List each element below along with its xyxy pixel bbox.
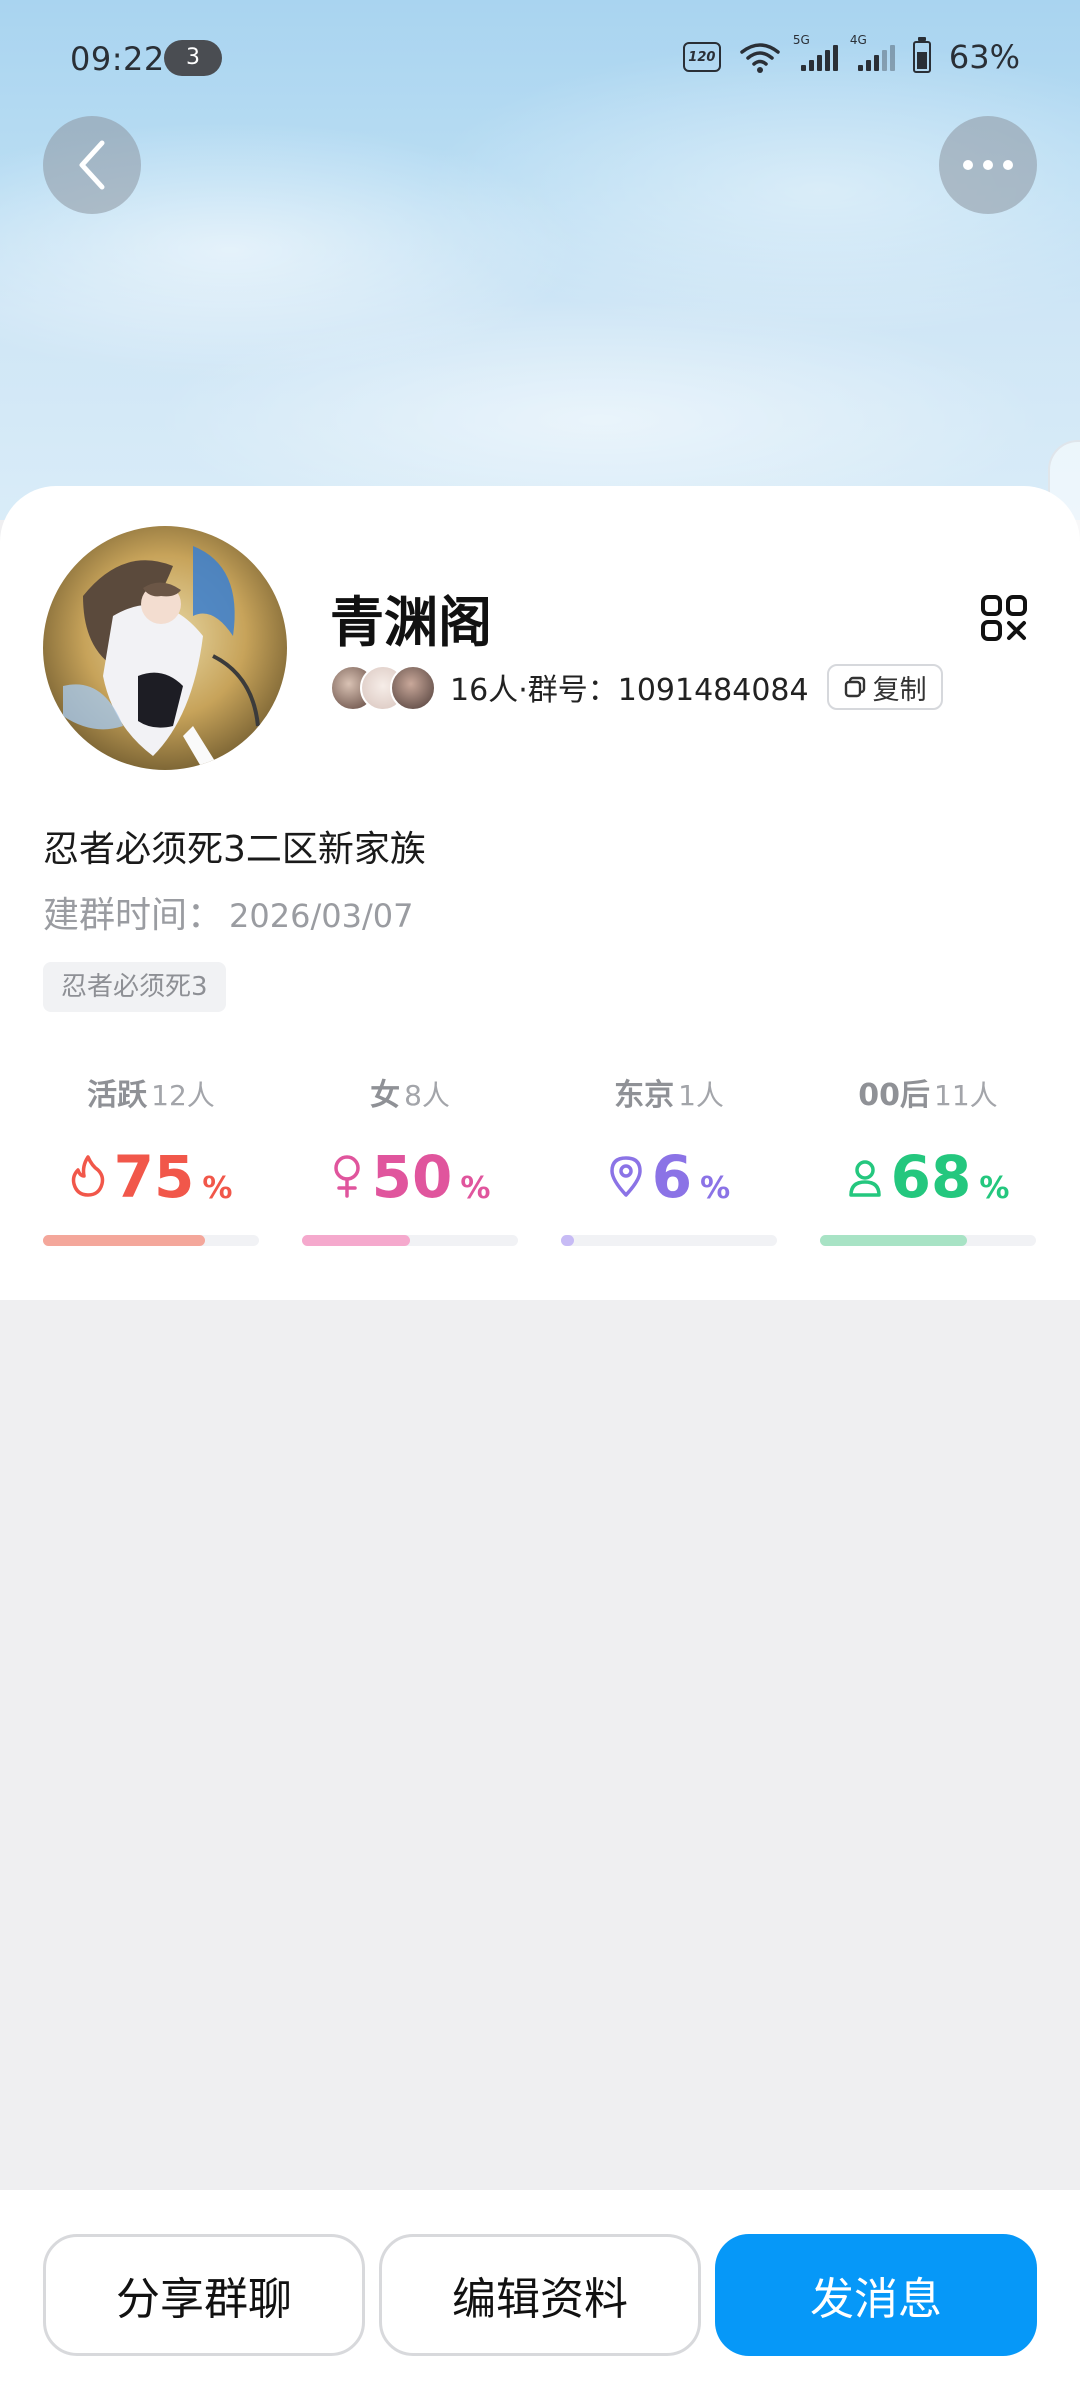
group-description: 忍者必须死3二区新家族 [43,829,426,870]
stat-active-bar [43,1235,259,1246]
stat-female: 女 8人 50% [302,1070,518,1206]
stat-female-bar [302,1235,518,1246]
group-name: 青渊阁 [330,591,492,654]
back-button[interactable] [43,116,141,214]
group-id: 1091484084 [617,673,809,708]
female-icon [333,1155,360,1198]
more-button[interactable] [939,116,1037,214]
refresh-rate-icon: 120 [682,42,721,72]
member-avatars[interactable] [330,663,442,711]
battery-icon [912,37,931,73]
battery-percent: 63% [948,38,1020,76]
stat-location: 东京 1人 6% [561,1070,777,1206]
notification-badge: 3 [164,40,222,76]
signal-5g-icon: 5G [793,33,838,71]
status-time: 09:22 [70,40,165,78]
more-dots-icon [963,160,1013,170]
status-bar: 09:22 3 120 5G 4G 63% [0,0,1080,120]
member-avatar [390,665,436,711]
stat-location-bar [561,1235,777,1246]
members-row: 16人·群号：1091484084 复制 [330,662,943,712]
stat-female-percent: 50 [371,1143,453,1211]
group-tag[interactable]: 忍者必须死3 [43,962,226,1012]
stat-active-percent: 75 [113,1143,195,1211]
created-time: 建群时间： 2026/03/07 [43,895,414,936]
send-message-button[interactable]: 发消息 [715,2234,1037,2356]
stat-age-percent: 68 [890,1143,972,1211]
flame-icon [71,1155,104,1197]
location-icon [610,1156,642,1197]
signal-4g-icon: 4G [850,33,895,71]
wifi-icon [740,43,780,73]
copy-label: 复制 [872,674,927,706]
stat-age: 00后 11人 68% [820,1070,1036,1206]
group-avatar[interactable] [43,526,287,770]
person-icon [848,1160,881,1197]
share-group-button[interactable]: 分享群聊 [43,2234,365,2356]
stat-location-percent: 6 [651,1143,693,1211]
qr-code-icon[interactable] [980,594,1028,642]
member-count: 16人·群号：1091484084 [450,673,809,708]
copy-icon [844,676,865,698]
stat-age-bar [820,1235,1036,1246]
copy-button[interactable]: 复制 [826,664,943,710]
chevron-left-icon [79,140,105,190]
edit-profile-button[interactable]: 编辑资料 [379,2234,701,2356]
stat-active: 活跃 12人 75% [43,1070,259,1206]
